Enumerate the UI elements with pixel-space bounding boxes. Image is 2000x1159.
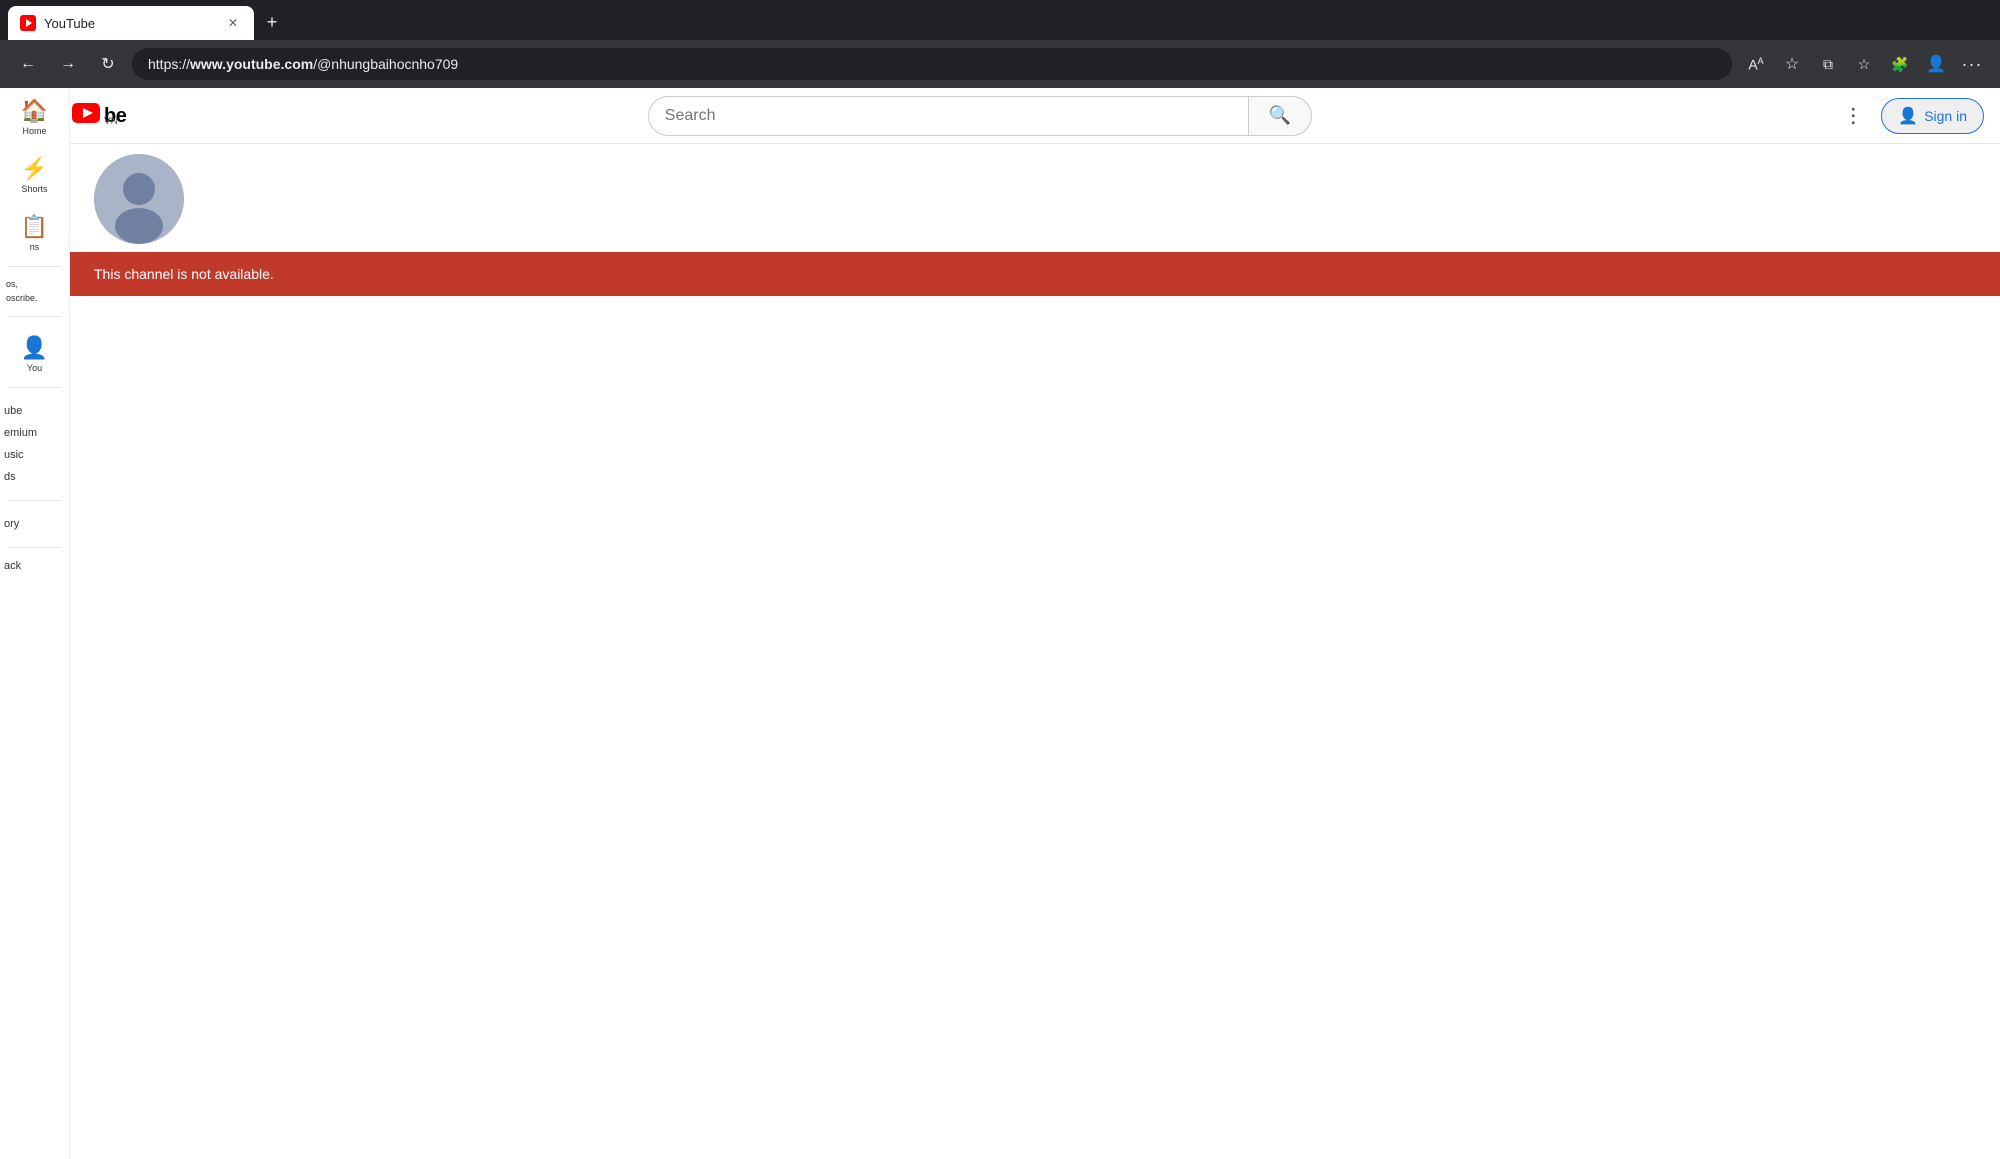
extensions-icon: 🧩 bbox=[1891, 56, 1908, 73]
profile-button[interactable]: 👤 bbox=[1920, 48, 1952, 80]
favorites-button[interactable]: ☆ bbox=[1776, 48, 1808, 80]
collection-icon: ☆ bbox=[1858, 56, 1871, 73]
search-button[interactable]: 🔍 bbox=[1248, 96, 1312, 136]
header-right: ⋮ 👤 Sign in bbox=[1833, 96, 1984, 136]
address-path: /@nhungbaihocnho709 bbox=[313, 56, 458, 72]
sidebar-divider-2 bbox=[8, 316, 61, 317]
profile-icon: 👤 bbox=[1926, 54, 1946, 74]
tab-title: YouTube bbox=[44, 16, 216, 31]
footer-usic: usic bbox=[4, 444, 65, 466]
back-button[interactable]: ← bbox=[12, 48, 44, 80]
footer-ack: ack bbox=[4, 560, 65, 572]
browser-window: YouTube ✕ + ← → ↻ https://www.youtube.co… bbox=[0, 0, 2000, 88]
address-bar-row: ← → ↻ https://www.youtube.com/@nhungbaih… bbox=[0, 40, 2000, 88]
refresh-button[interactable]: ↻ bbox=[92, 48, 124, 80]
new-tab-button[interactable]: + bbox=[258, 8, 286, 36]
sidebar-divider-4 bbox=[8, 500, 61, 501]
extensions-button[interactable]: 🧩 bbox=[1884, 48, 1916, 80]
channel-avatar bbox=[94, 154, 184, 244]
star-icon: ☆ bbox=[1785, 54, 1799, 74]
font-size-icon: AA bbox=[1748, 56, 1763, 73]
address-scheme: https:// bbox=[148, 56, 190, 72]
sidebar-overlay: 🏠 Home ⚡ Shorts 📋 ns os, oscribe. 👤 You … bbox=[0, 88, 70, 1159]
tab-close-button[interactable]: ✕ bbox=[224, 14, 242, 32]
sidebar-divider-1 bbox=[8, 266, 61, 267]
split-screen-button[interactable]: ⧉ bbox=[1812, 48, 1844, 80]
sign-in-button[interactable]: 👤 Sign in bbox=[1881, 98, 1984, 134]
active-tab[interactable]: YouTube ✕ bbox=[8, 6, 254, 40]
tab-bar: YouTube ✕ + bbox=[0, 0, 2000, 40]
yt-logo-country: VN bbox=[104, 116, 126, 127]
font-size-button[interactable]: AA bbox=[1740, 48, 1772, 80]
collections-button[interactable]: ☆ bbox=[1848, 48, 1880, 80]
sign-in-label: Sign in bbox=[1924, 108, 1967, 124]
sidebar-footer-section: ube emium usic ds bbox=[0, 392, 69, 496]
search-icon: 🔍 bbox=[1269, 105, 1291, 126]
address-text: https://www.youtube.com/@nhungbaihocnho7… bbox=[148, 56, 458, 72]
forward-button[interactable]: → bbox=[52, 48, 84, 80]
sidebar-home[interactable]: 🏠 Home bbox=[0, 88, 69, 146]
tab-favicon bbox=[20, 15, 36, 31]
sidebar-footer-section-2: ory bbox=[0, 505, 69, 543]
sidebar-divider-3 bbox=[8, 387, 61, 388]
error-banner: This channel is not available. bbox=[70, 252, 2000, 296]
search-area: 🔍 bbox=[142, 96, 1817, 136]
youtube-header: be VN 🔍 ⋮ 👤 Sign in bbox=[0, 88, 2000, 144]
youtube-app: be VN 🔍 ⋮ 👤 Sign in 🏠 bbox=[0, 88, 2000, 1159]
search-input[interactable] bbox=[648, 96, 1248, 136]
channel-content: This channel is not available. bbox=[70, 144, 2000, 1159]
footer-ds: ds bbox=[4, 466, 65, 488]
sign-in-person-icon: 👤 bbox=[1898, 106, 1918, 126]
footer-ory: ory bbox=[4, 513, 65, 535]
sidebar-text-group-1: os, oscribe. bbox=[0, 271, 69, 308]
empty-content-area bbox=[70, 296, 2000, 896]
sidebar-you[interactable]: 👤 You bbox=[0, 325, 69, 383]
sidebar-shorts[interactable]: ⚡ Shorts bbox=[0, 146, 69, 204]
footer-emium: emium bbox=[4, 422, 65, 444]
address-domain: www.youtube.com bbox=[190, 56, 313, 72]
error-message: This channel is not available. bbox=[94, 266, 274, 282]
sidebar-footer-section-3: ack bbox=[0, 552, 69, 580]
youtube-logo[interactable]: be VN bbox=[72, 103, 126, 128]
footer-ube: ube bbox=[4, 400, 65, 422]
ellipsis-icon: ··· bbox=[1962, 54, 1983, 75]
channel-info-area bbox=[70, 144, 2000, 244]
split-icon: ⧉ bbox=[1823, 56, 1833, 73]
main-area: 🏠 Home ▶ Shorts 📋 ns bbox=[0, 144, 2000, 1159]
address-bar[interactable]: https://www.youtube.com/@nhungbaihocnho7… bbox=[132, 48, 1732, 80]
browser-actions: AA ☆ ⧉ ☆ 🧩 👤 ··· bbox=[1740, 48, 1988, 80]
yt-logo-icon bbox=[72, 103, 100, 128]
settings-button[interactable]: ··· bbox=[1956, 48, 1988, 80]
sidebar-divider-5 bbox=[8, 547, 61, 548]
more-options-button[interactable]: ⋮ bbox=[1833, 96, 1873, 136]
more-options-icon: ⋮ bbox=[1843, 103, 1863, 128]
sidebar-subscriptions[interactable]: 📋 ns bbox=[0, 204, 69, 262]
